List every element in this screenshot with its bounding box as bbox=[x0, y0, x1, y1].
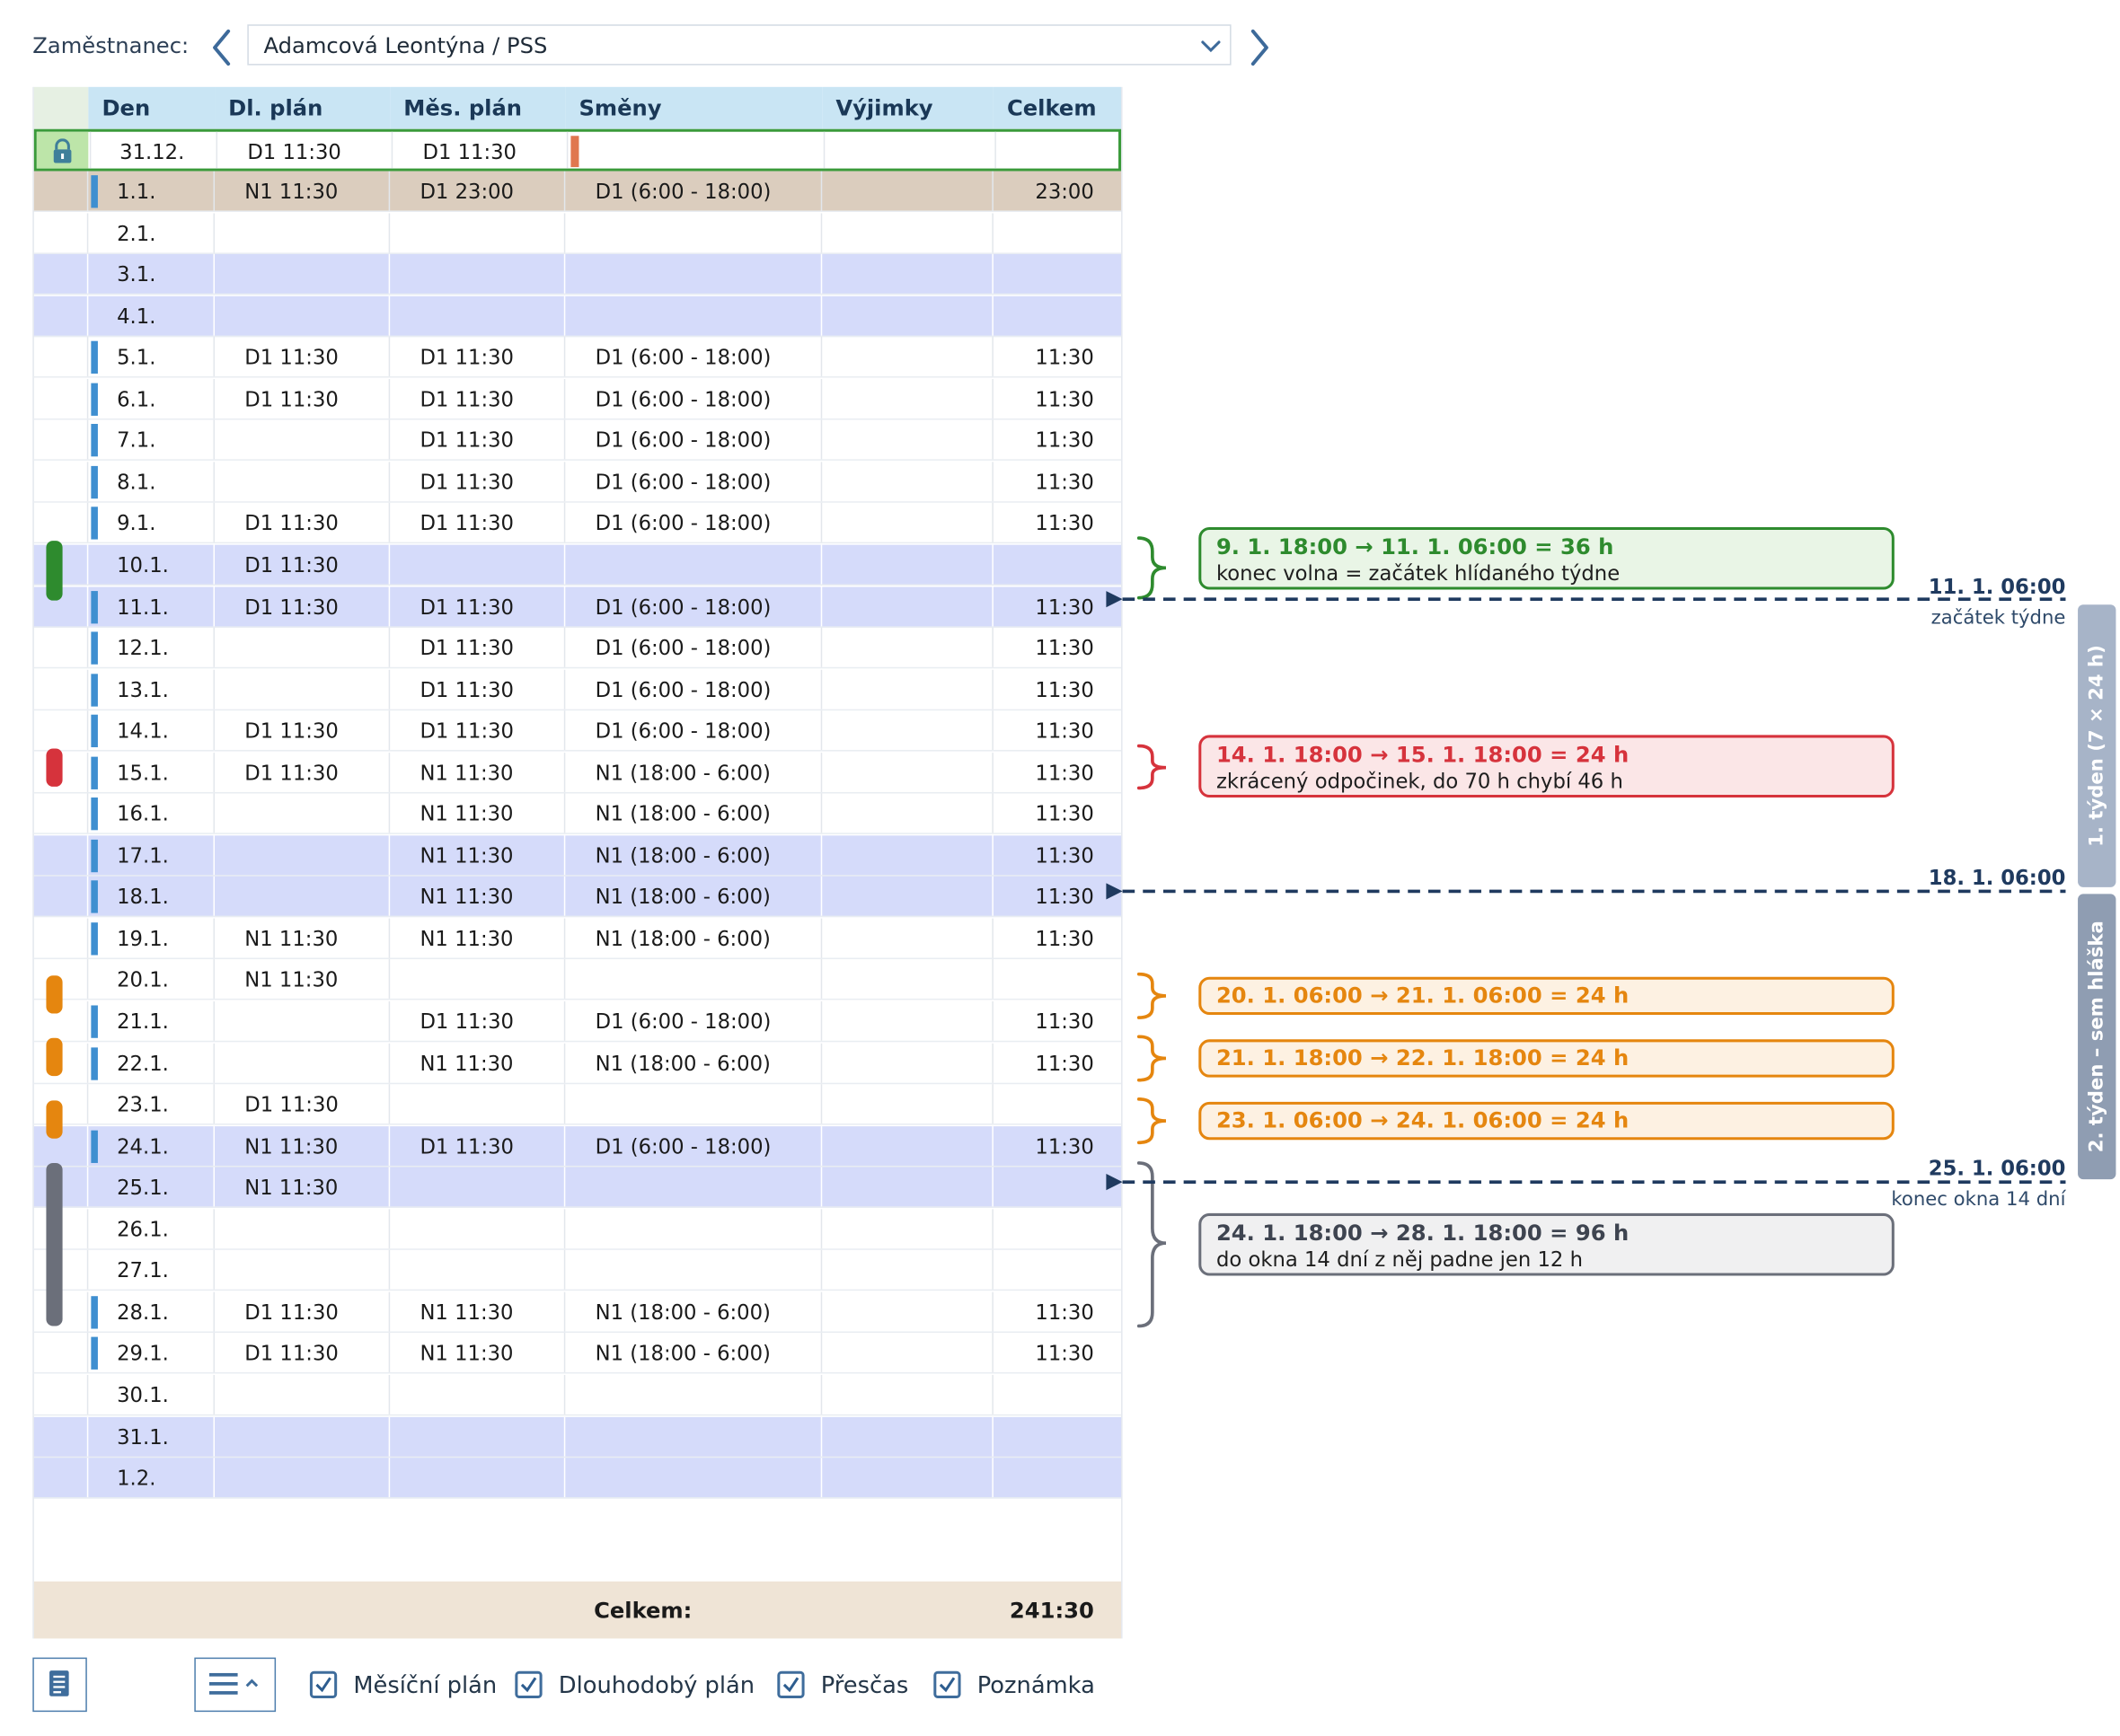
marker-label: 25. 1. 06:00 bbox=[1928, 1156, 2066, 1181]
brace-green bbox=[1136, 536, 1167, 600]
callout-rest-36h: 9. 1. 18:00 → 11. 1. 06:00 = 36 h konec … bbox=[1198, 526, 1895, 590]
callout-title: 20. 1. 06:00 → 21. 1. 06:00 = 24 h bbox=[1215, 982, 1630, 1009]
week-tab-label: 2. týden – sem hláška bbox=[2086, 921, 2108, 1153]
callout-rest-24h: 23. 1. 06:00 → 24. 1. 06:00 = 24 h bbox=[1198, 1101, 1895, 1141]
week-tab-1: 1. týden (7 × 24 h) bbox=[2078, 604, 2116, 887]
callout-rest-24h-short: 14. 1. 18:00 → 15. 1. 18:00 = 24 h zkrác… bbox=[1198, 735, 1895, 798]
brace-orange bbox=[1136, 1035, 1167, 1082]
marker-arrow-icon bbox=[1106, 591, 1123, 608]
callout-rest-24h: 21. 1. 18:00 → 22. 1. 18:00 = 24 h bbox=[1198, 1039, 1895, 1078]
brace-orange bbox=[1136, 1097, 1167, 1145]
marker-label: 11. 1. 06:00 bbox=[1928, 574, 2066, 600]
callout-text: do okna 14 dní z něj padne jen 12 h bbox=[1215, 1247, 1583, 1272]
brace-gray bbox=[1136, 1161, 1167, 1328]
callout-title: 21. 1. 18:00 → 22. 1. 18:00 = 24 h bbox=[1215, 1044, 1630, 1071]
callout-title: 24. 1. 18:00 → 28. 1. 18:00 = 96 h bbox=[1215, 1220, 1630, 1247]
callout-rest-24h: 20. 1. 06:00 → 21. 1. 06:00 = 24 h bbox=[1198, 976, 1895, 1016]
annotation-overlay bbox=[1106, 536, 2066, 1328]
marker-sublabel: konec okna 14 dní bbox=[1891, 1188, 2066, 1211]
week-tab-2: 2. týden – sem hláška bbox=[2078, 894, 2116, 1180]
callout-text: konec volna = začátek hlídaného týdne bbox=[1215, 560, 1621, 586]
callout-title: 9. 1. 18:00 → 11. 1. 06:00 = 36 h bbox=[1215, 533, 1614, 560]
marker-arrow-icon bbox=[1106, 1174, 1123, 1191]
marker-sublabel: začátek týdne bbox=[1930, 607, 2066, 630]
brace-orange bbox=[1136, 972, 1167, 1019]
callout-rest-96h: 24. 1. 18:00 → 28. 1. 18:00 = 96 h do ok… bbox=[1198, 1212, 1895, 1276]
marker-arrow-icon bbox=[1106, 883, 1123, 900]
marker-label: 18. 1. 06:00 bbox=[1928, 865, 2066, 890]
brace-red bbox=[1136, 744, 1167, 790]
week-tab-label: 1. týden (7 × 24 h) bbox=[2086, 645, 2108, 847]
callout-title: 23. 1. 06:00 → 24. 1. 06:00 = 24 h bbox=[1215, 1106, 1630, 1133]
callout-text: zkrácený odpočinek, do 70 h chybí 46 h bbox=[1215, 769, 1623, 794]
callout-title: 14. 1. 18:00 → 15. 1. 18:00 = 24 h bbox=[1215, 741, 1630, 768]
